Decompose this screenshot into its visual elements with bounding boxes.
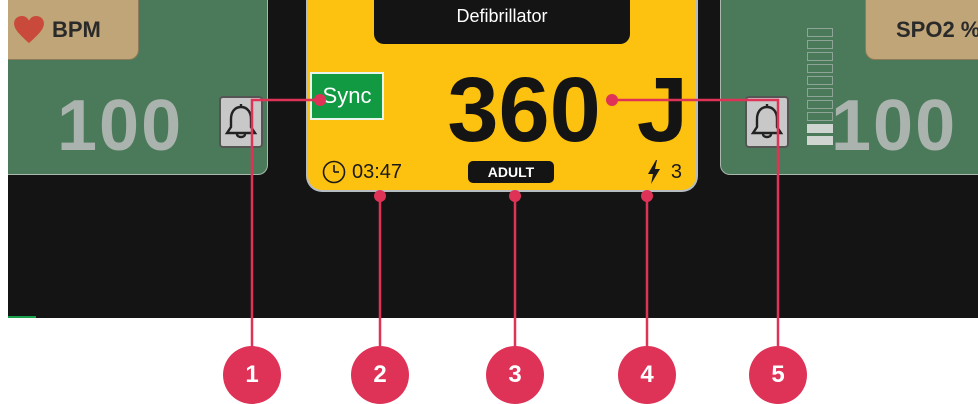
timer: 03:47: [322, 160, 402, 184]
spo2-alarm-button[interactable]: [745, 96, 789, 148]
heart-rate-panel: BPM 100: [8, 0, 268, 175]
signal-segment: [807, 52, 833, 61]
lightning-bolt-icon: [647, 160, 660, 184]
bell-icon: [224, 104, 258, 139]
callout-5: 5: [749, 346, 807, 404]
energy-value: 360: [447, 59, 601, 161]
callout-3: 3: [486, 346, 544, 404]
signal-strength-icon: [807, 28, 833, 145]
patient-mode-badge[interactable]: ADULT: [468, 161, 554, 183]
shock-count: 3: [670, 160, 682, 183]
energy-unit: J: [636, 59, 688, 161]
defibrillator-status-row: 03:47 ADULT 3: [308, 158, 696, 186]
callout-2: 2: [351, 346, 409, 404]
energy-readout[interactable]: 360 J: [447, 60, 688, 160]
heart-rate-label: BPM: [52, 16, 101, 42]
spo2-label-tab: SPO2 %: [865, 0, 978, 60]
clock-icon: [322, 160, 346, 184]
callout-1: 1: [223, 346, 281, 404]
signal-segment: [807, 76, 833, 85]
signal-segment: [807, 112, 833, 121]
spo2-panel: SPO2 % 100: [720, 0, 978, 175]
monitor-screen: BPM 100 SPO2 % 100 Defibrillator Sync 36…: [8, 0, 978, 318]
heart-rate-value: 100: [57, 86, 184, 166]
signal-segment: [807, 28, 833, 37]
heart-rate-alarm-button[interactable]: [219, 96, 263, 148]
spo2-label: SPO2 %: [896, 16, 978, 42]
defibrillator-title: Defibrillator: [374, 0, 630, 44]
spo2-value: 100: [831, 86, 958, 166]
sync-button[interactable]: Sync: [310, 72, 384, 120]
heart-rate-label-tab: BPM: [8, 0, 139, 60]
signal-segment: [807, 40, 833, 49]
signal-segment: [807, 88, 833, 97]
signal-segment: [807, 124, 833, 133]
shock-counter: 3: [647, 160, 682, 184]
green-edge-mark: [8, 316, 36, 318]
bell-icon: [750, 104, 784, 139]
signal-segment: [807, 64, 833, 73]
timer-value: 03:47: [352, 160, 403, 183]
heart-icon: [14, 15, 44, 43]
signal-segment: [807, 100, 833, 109]
signal-segment: [807, 136, 833, 145]
defibrillator-panel: Defibrillator Sync 360 J 03:47 ADULT 3: [306, 0, 698, 192]
callout-4: 4: [618, 346, 676, 404]
